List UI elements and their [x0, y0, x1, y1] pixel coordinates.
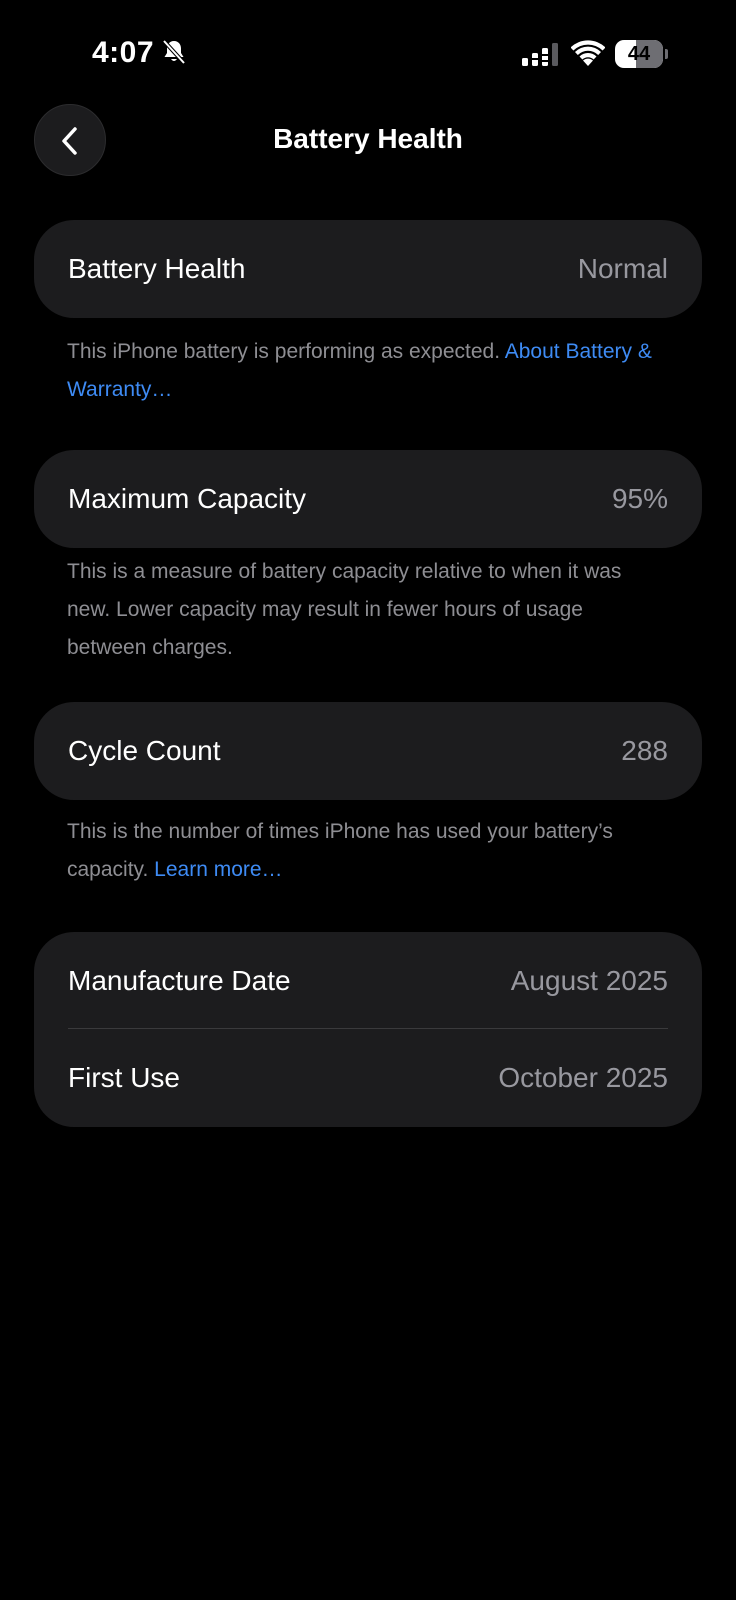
battery-health-value: Normal	[577, 253, 668, 284]
bell-slash-icon	[162, 39, 186, 65]
battery-body: 44	[615, 40, 663, 68]
cycle-count-footnote: This is the number of times iPhone has u…	[67, 813, 667, 889]
battery-health-row: Battery Health Normal	[34, 220, 702, 318]
battery-health-card: Battery Health Normal	[34, 220, 702, 318]
battery-icon: 44	[615, 40, 668, 68]
cycle-count-row: Cycle Count 288	[34, 702, 702, 800]
learn-more-link[interactable]: Learn more…	[154, 858, 282, 881]
first-use-row: First Use October 2025	[34, 1029, 702, 1127]
maximum-capacity-card: Maximum Capacity 95%	[34, 450, 702, 548]
battery-level: 44	[627, 43, 651, 65]
first-use-label: First Use	[68, 1062, 180, 1093]
manufacture-date-row: Manufacture Date August 2025	[34, 932, 702, 1029]
cycle-count-label: Cycle Count	[68, 735, 221, 766]
status-bar: 4:07 44	[0, 0, 736, 100]
first-use-value: October 2025	[498, 1062, 668, 1093]
battery-health-footnote-text: This iPhone battery is performing as exp…	[67, 340, 501, 363]
maximum-capacity-label: Maximum Capacity	[68, 483, 307, 514]
maximum-capacity-value: 95%	[611, 483, 668, 514]
page-title-text: Battery Health	[273, 123, 463, 154]
maximum-capacity-footnote: This is a measure of battery capacity re…	[67, 553, 657, 667]
manufacture-date-label: Manufacture Date	[68, 964, 291, 996]
manufacture-date-value: August 2025	[510, 964, 668, 996]
cellular-signal-icon	[522, 43, 558, 66]
maximum-capacity-footnote-text: This is a measure of battery capacity re…	[67, 560, 622, 659]
status-time: 4:07	[92, 36, 155, 69]
dates-card: Manufacture Date August 2025 First Use O…	[34, 932, 702, 1127]
battery-health-footnote: This iPhone battery is performing as exp…	[67, 333, 667, 409]
cycle-count-value: 288	[621, 735, 668, 766]
battery-tip	[665, 49, 668, 59]
maximum-capacity-row: Maximum Capacity 95%	[34, 450, 702, 548]
battery-health-label: Battery Health	[68, 253, 246, 284]
cycle-count-card: Cycle Count 288	[34, 702, 702, 800]
cycle-count-footnote-text: This is the number of times iPhone has u…	[67, 820, 613, 881]
page-title: Battery Health	[0, 123, 736, 155]
wifi-icon	[571, 40, 605, 66]
